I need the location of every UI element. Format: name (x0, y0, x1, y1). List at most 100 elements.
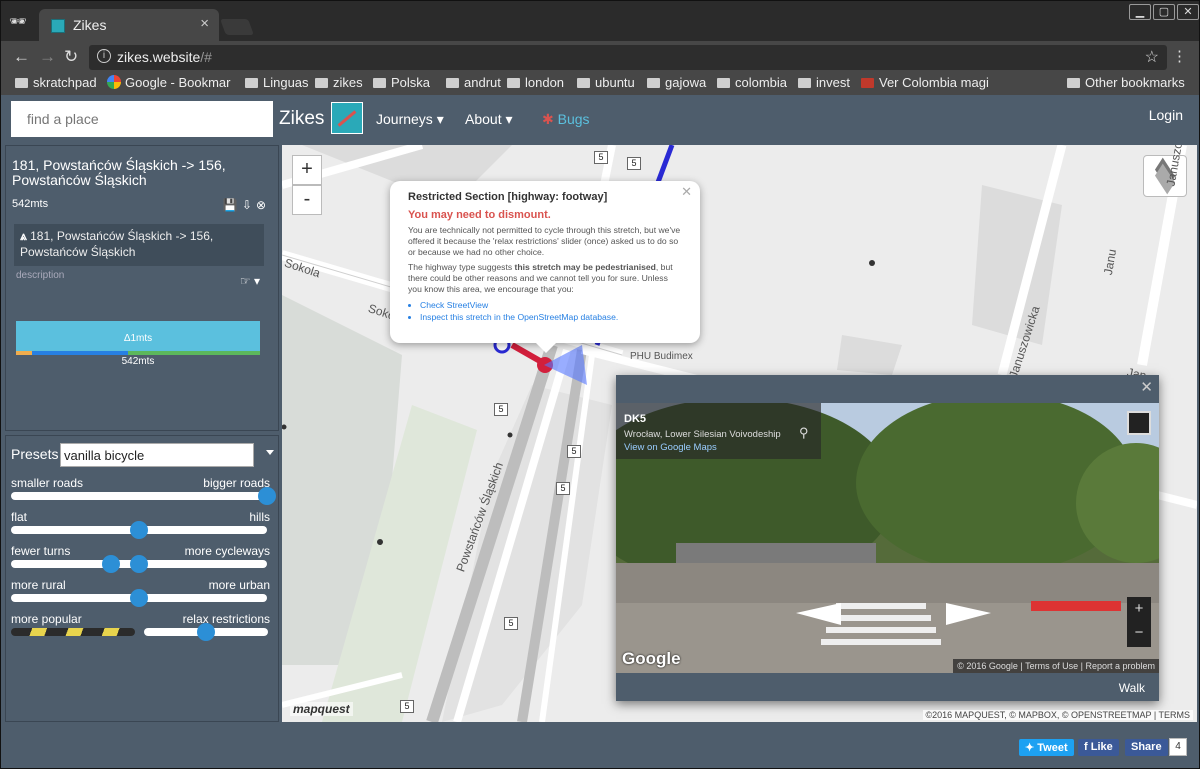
streetview-zoom-out-icon[interactable]: − (1127, 621, 1151, 645)
place-search-input[interactable] (11, 101, 273, 137)
slider-knob[interactable] (130, 589, 148, 607)
bookmark-2[interactable]: Linguas (245, 75, 309, 90)
close-window-icon[interactable]: ✕ (1177, 4, 1199, 20)
new-tab-button[interactable] (220, 19, 254, 35)
app-navbar: Zikes Journeys ▾ About ▾ ✱ Bugs Login (1, 95, 1199, 143)
elevation-label: Δ1mts (123, 333, 153, 344)
maximize-icon[interactable]: ▢ (1153, 4, 1175, 20)
folder-icon (15, 78, 28, 88)
slider-right-label: more urban (208, 578, 270, 592)
address-bar[interactable]: i zikes.website/# ☆ (89, 45, 1167, 70)
bookmarks-bar: skratchpad Google - Bookmar Linguas zikes Po… (1, 73, 1199, 95)
inspect-osm-link[interactable]: Inspect this stretch in the OpenStreetMa… (420, 311, 682, 323)
bookmark-label: Google - Bookmar (125, 75, 231, 90)
preference-slider[interactable] (11, 555, 267, 573)
folder-icon (245, 78, 258, 88)
map-zoom-in-button[interactable]: + (292, 155, 322, 185)
incognito-icon: 🕶 (9, 13, 27, 29)
slider-left-label: flat (11, 510, 28, 524)
tweet-button[interactable]: ✦ Tweet (1019, 739, 1074, 756)
popup-close-icon[interactable]: ✕ (681, 184, 692, 200)
login-link[interactable]: Login (1149, 107, 1183, 123)
tab-title: Zikes (73, 17, 107, 33)
url-text[interactable]: zikes.website/# (117, 49, 212, 65)
preference-slider[interactable] (11, 589, 267, 607)
popup-p2-a: The highway type suggests (408, 262, 515, 272)
road-number-shield: 5 (594, 151, 608, 164)
zikes-logo-icon[interactable] (331, 102, 363, 134)
minimize-icon[interactable]: ▁ (1129, 4, 1151, 20)
other-bookmarks-label: Other bookmarks (1085, 75, 1185, 90)
bookmark-6[interactable]: london (507, 75, 564, 90)
preference-slider[interactable] (11, 521, 267, 539)
bookmark-star-icon[interactable]: ☆ (1145, 47, 1159, 67)
bookmark-11[interactable]: Ver Colombia magi (861, 75, 989, 90)
bookmark-0[interactable]: skratchpad (15, 75, 97, 90)
other-bookmarks[interactable]: Other bookmarks (1067, 75, 1185, 90)
bookmark-10[interactable]: invest (798, 75, 850, 90)
streetview-zoom-in-icon[interactable]: + (1127, 597, 1151, 621)
brand-name[interactable]: Zikes (279, 108, 324, 130)
walk-mode-button[interactable]: Walk (1119, 681, 1145, 695)
tab-close-icon[interactable]: × (200, 15, 209, 32)
bookmark-9[interactable]: colombia (717, 75, 787, 90)
like-label: Like (1090, 741, 1113, 753)
fullscreen-icon[interactable] (1127, 411, 1151, 435)
description-field[interactable]: description (16, 270, 64, 281)
twitter-icon: ✦ (1025, 742, 1035, 754)
browser-toolbar: ← → ↻ i zikes.website/# ☆ ⋮ (1, 41, 1199, 73)
bookmark-3[interactable]: zikes (315, 75, 363, 90)
slider-knob[interactable] (258, 487, 276, 505)
slider-right-label: bigger roads (203, 476, 270, 490)
info-icon[interactable]: i (97, 49, 111, 63)
save-icon[interactable]: 💾 (223, 198, 242, 212)
slider-right-label: hills (249, 510, 270, 524)
view-on-google-maps-link[interactable]: View on Google Maps (624, 442, 813, 453)
reload-icon[interactable]: ↻ (64, 47, 78, 67)
menu-icon[interactable]: ⋮ (1172, 47, 1187, 65)
check-streetview-link[interactable]: Check StreetView (420, 299, 682, 311)
export-icon[interactable]: ⇩ (242, 198, 256, 212)
bookmark-8[interactable]: gajowa (647, 75, 706, 90)
streetview-close-icon[interactable]: ✕ (1140, 378, 1153, 396)
map-zoom-out-button[interactable]: - (292, 185, 322, 215)
slider-left-label: more popular (11, 612, 82, 626)
share-dropdown-icon[interactable]: ☞ ▾ (240, 274, 260, 288)
relax-restrictions-slider[interactable] (144, 623, 268, 641)
map-view[interactable]: + - Powstańców Śląskich Sokola Soko Janu… (282, 145, 1197, 722)
bugs-link[interactable]: ✱ Bugs (542, 111, 590, 128)
streetview-image[interactable]: DK5 Wrocław, Lower Silesian Voivodeship … (616, 403, 1159, 673)
back-icon[interactable]: ← (13, 47, 30, 67)
preference-slider[interactable] (11, 487, 276, 505)
bugs-label: Bugs (557, 111, 590, 127)
bookmark-label: Polska (391, 75, 431, 90)
bookmark-7[interactable]: ubuntu (577, 75, 635, 90)
slider-left-label: more rural (11, 578, 66, 592)
facebook-icon: f (1084, 741, 1088, 753)
browser-tab[interactable]: Zikes × (39, 9, 219, 41)
slider-knob[interactable] (130, 555, 148, 573)
bookmark-1[interactable]: Google - Bookmar (107, 75, 231, 90)
segment-item[interactable]: ⩓ 181, Powstańców Śląskich -> 156, Powst… (14, 224, 264, 266)
slider-knob[interactable] (130, 521, 148, 539)
about-menu[interactable]: About ▾ (465, 111, 513, 128)
preset-input[interactable] (60, 443, 254, 467)
slider-knob[interactable] (102, 555, 120, 573)
bookmark-4[interactable]: Polska (373, 75, 430, 90)
road-number-shield: 5 (504, 617, 518, 630)
map-attribution[interactable]: ©2016 MAPQUEST, © MAPBOX, © OPENSTREETMA… (922, 710, 1193, 720)
like-button[interactable]: f Like (1078, 739, 1119, 756)
forward-icon[interactable]: → (39, 47, 56, 67)
streetview-footer[interactable]: © 2016 Google | Terms of Use | Report a … (953, 659, 1159, 673)
map-pin-icon[interactable]: ⚲ (799, 425, 809, 441)
streetview-title: DK5 (624, 413, 647, 425)
folder-icon (577, 78, 590, 88)
share-button[interactable]: Share (1125, 739, 1168, 756)
bookmark-5[interactable]: andrut (446, 75, 501, 90)
preset-dropdown-icon[interactable] (266, 450, 274, 455)
slider-knob[interactable] (197, 623, 215, 641)
road-number-shield: 5 (494, 403, 508, 416)
journeys-menu[interactable]: Journeys ▾ (376, 111, 444, 128)
streetview-zoom-control[interactable]: + − (1127, 597, 1151, 647)
close-circle-icon[interactable]: ⊗ (256, 198, 270, 212)
